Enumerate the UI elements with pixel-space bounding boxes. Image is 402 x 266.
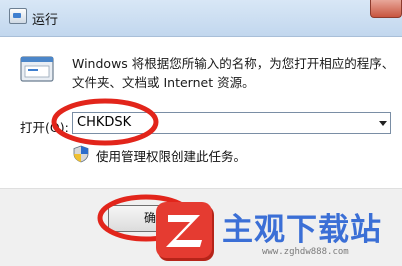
open-label: 打开(O): — [20, 120, 69, 135]
watermark-brand: 主观下载站 — [222, 212, 382, 248]
watermark-logo — [156, 202, 212, 258]
close-button[interactable] — [370, 0, 402, 18]
watermark-z-mark — [166, 215, 202, 247]
watermark-url: www.zghdw888.com — [262, 247, 349, 257]
instruction-line-1: Windows 将根据您所输入的名称，为您打开相应的程序、 — [72, 56, 395, 71]
instruction-text: Windows 将根据您所输入的名称，为您打开相应的程序、 文件夹、文档或 In… — [72, 54, 395, 92]
instruction-line-2: 文件夹、文档或 Internet 资源。 — [72, 75, 255, 90]
window-title: 运行 — [32, 13, 59, 28]
run-window-icon — [20, 56, 54, 82]
title-bar: 运行 — [0, 0, 402, 37]
uac-shield-icon — [73, 145, 89, 163]
open-input-value[interactable]: CHKDSK — [77, 115, 131, 130]
admin-privilege-note: 使用管理权限创建此任务。 — [96, 149, 247, 164]
run-dialog-icon — [9, 8, 27, 24]
open-combobox[interactable]: CHKDSK — [72, 112, 391, 134]
site-watermark: 主观下载站 www.zghdw888.com — [150, 200, 402, 265]
chevron-down-icon[interactable] — [379, 121, 387, 126]
